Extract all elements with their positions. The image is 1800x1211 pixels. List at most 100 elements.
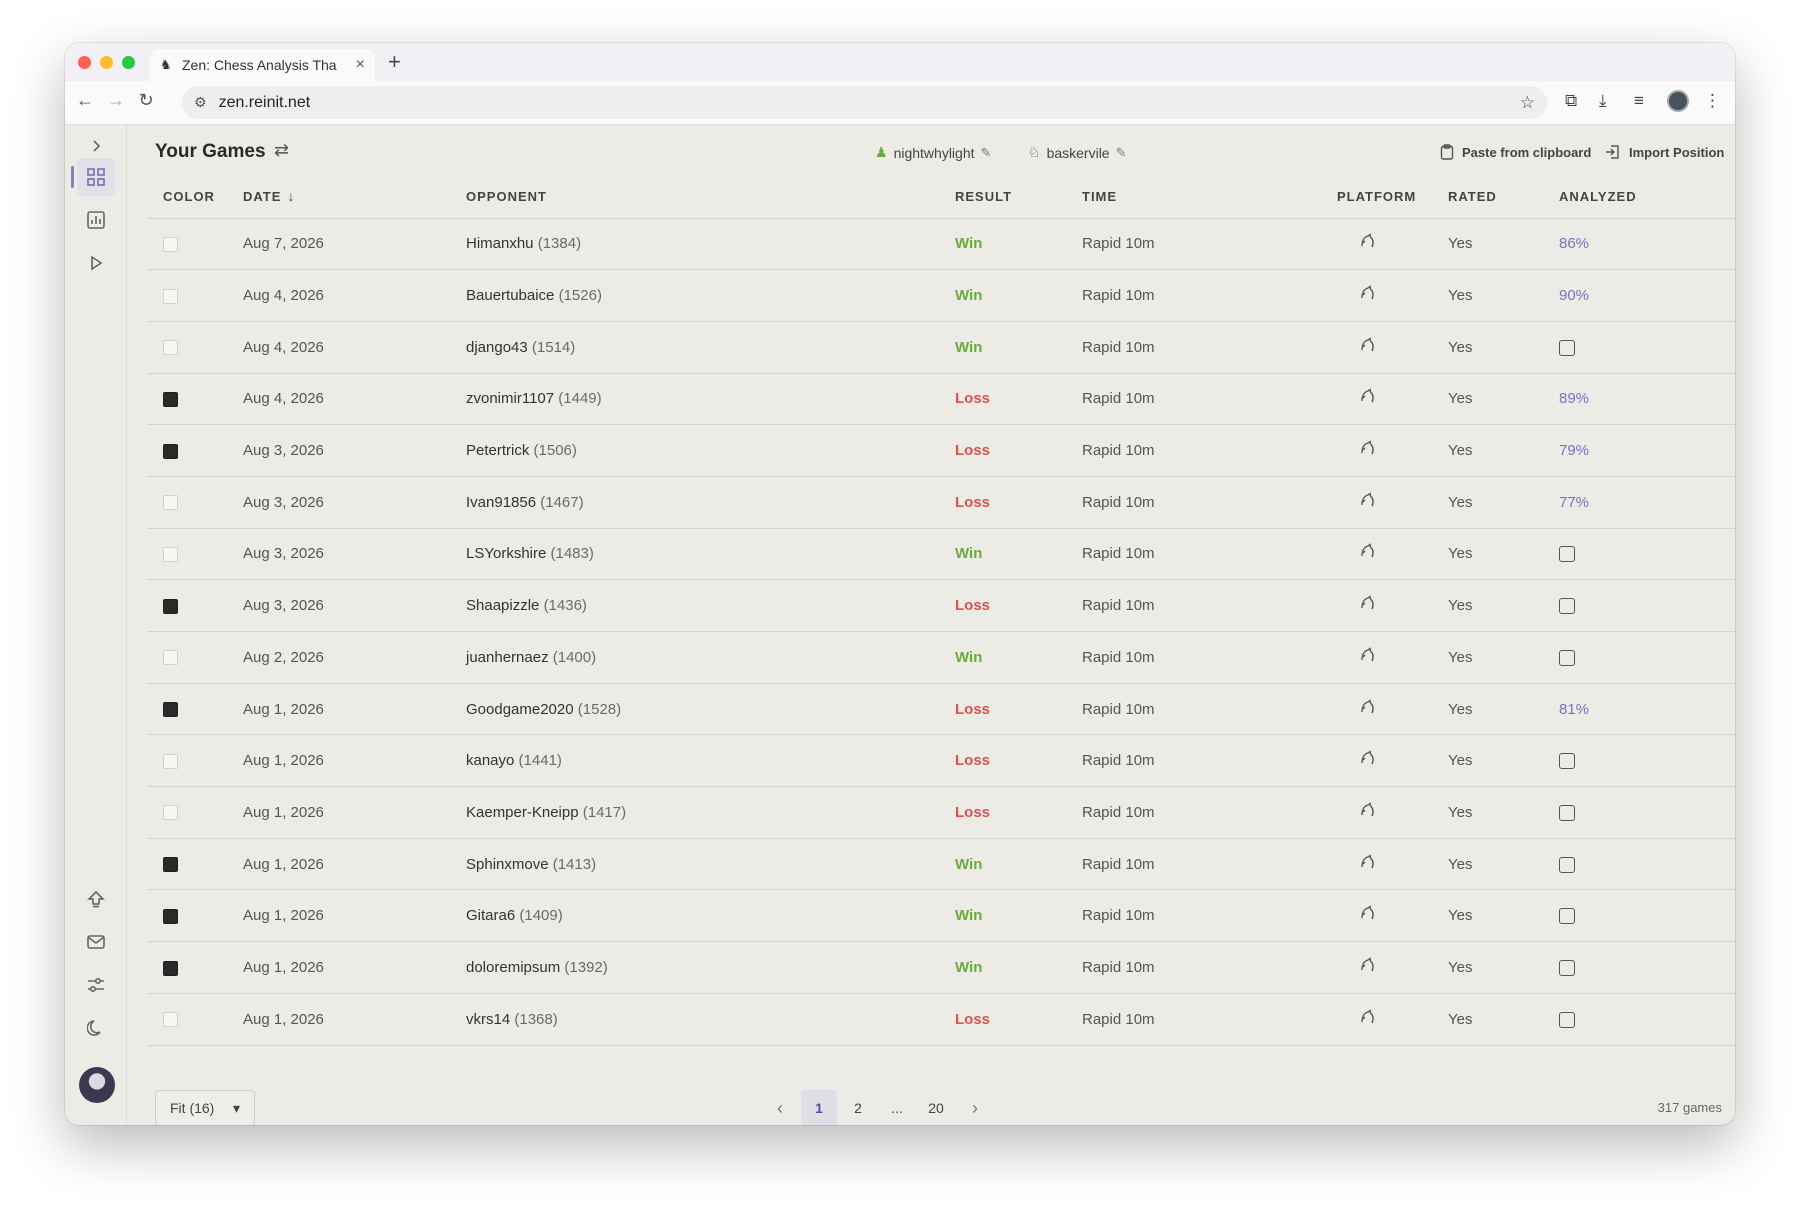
opponent-name[interactable]: kanayo <box>466 752 514 769</box>
analyze-checkbox[interactable] <box>1559 753 1575 770</box>
analyze-checkbox[interactable] <box>1559 856 1575 873</box>
mail-icon[interactable] <box>77 923 115 961</box>
opponent-name[interactable]: Kaemper-Kneipp <box>466 804 579 821</box>
dark-mode-moon-icon[interactable] <box>77 1009 115 1047</box>
opponent-cell[interactable]: LSYorkshire (1483) <box>450 528 939 581</box>
table-row[interactable]: Aug 3, 2026 Shaapizzle (1436) Loss Rapid 10… <box>147 579 1735 632</box>
opponent-cell[interactable]: Shaapizzle (1436) <box>450 579 939 632</box>
url-text[interactable]: zen.reinit.net <box>219 94 1508 112</box>
table-row[interactable]: Aug 4, 2026 zvonimir1107 (1449) Loss Rapid … <box>147 373 1735 426</box>
opponent-name[interactable]: Ivan91856 <box>466 494 536 511</box>
opponent-name[interactable]: Goodgame2020 <box>466 701 574 718</box>
download-icon[interactable]: ⤓ <box>1599 91 1607 111</box>
analyze-checkbox[interactable] <box>1559 1011 1575 1028</box>
opponent-name[interactable]: juanhernaez <box>466 649 549 666</box>
column-result[interactable]: RESULT <box>939 175 1066 219</box>
table-row[interactable]: Aug 1, 2026 kanayo (1441) Loss Rapid 10m Yes <box>147 734 1735 788</box>
back-icon[interactable]: ← <box>74 90 96 111</box>
reload-icon[interactable]: ↻ <box>135 90 157 111</box>
analyze-checkbox[interactable] <box>1559 804 1575 821</box>
opponent-name[interactable]: Bauertubaice <box>466 287 554 304</box>
next-page-icon[interactable]: › <box>957 1090 993 1125</box>
table-row[interactable]: Aug 7, 2026 Himanxhu (1384) Win Rapid 10m Ye… <box>147 218 1735 271</box>
analyze-checkbox[interactable] <box>1559 908 1575 925</box>
import-position-button[interactable]: Import Position <box>1605 144 1724 160</box>
analyzed-accuracy[interactable]: 77% <box>1559 494 1589 511</box>
menu-icon[interactable]: ⋮ <box>1704 91 1721 111</box>
table-row[interactable]: Aug 2, 2026 juanhernaez (1400) Win Rapid 10… <box>147 631 1735 684</box>
opponent-cell[interactable]: Kaemper-Kneipp (1417) <box>450 786 939 839</box>
analyzed-accuracy[interactable]: 79% <box>1559 442 1589 459</box>
maximize-window-button[interactable] <box>122 56 135 69</box>
opponent-name[interactable]: vkrs14 <box>466 1011 510 1028</box>
analyze-checkbox[interactable] <box>1559 546 1575 563</box>
opponent-name[interactable]: django43 <box>466 339 528 356</box>
close-window-button[interactable] <box>78 56 91 69</box>
edit-icon[interactable]: ✎ <box>1116 145 1127 161</box>
sync-games-icon[interactable]: ⇄ <box>274 140 289 161</box>
paste-from-clipboard-button[interactable]: Paste from clipboard <box>1440 144 1591 160</box>
browser-tab[interactable]: ♞ Zen: Chess Analysis Tha × <box>150 49 375 81</box>
opponent-name[interactable]: Petertrick <box>466 442 529 459</box>
analyze-checkbox[interactable] <box>1559 339 1575 356</box>
dashboard-grid-icon[interactable] <box>77 158 115 196</box>
close-tab-icon[interactable]: × <box>356 56 365 74</box>
opponent-cell[interactable]: Goodgame2020 (1528) <box>450 683 939 736</box>
analyzed-accuracy[interactable]: 89% <box>1559 390 1589 407</box>
table-row[interactable]: Aug 1, 2026 vkrs14 (1368) Loss Rapid 10m Yes <box>147 993 1735 1046</box>
column-color[interactable]: COLOR <box>147 175 227 219</box>
address-bar[interactable]: ⚙ zen.reinit.net ☆ <box>182 86 1547 119</box>
table-row[interactable]: Aug 1, 2026 Kaemper-Kneipp (1417) Loss Rapi… <box>147 786 1735 839</box>
table-row[interactable]: Aug 1, 2026 Sphinxmove (1413) Win Rapid 10m… <box>147 838 1735 891</box>
opponent-cell[interactable]: Ivan91856 (1467) <box>450 476 939 529</box>
column-platform[interactable]: PLATFORM <box>1321 175 1432 219</box>
new-tab-button[interactable]: + <box>388 49 401 75</box>
opponent-cell[interactable]: vkrs14 (1368) <box>450 993 939 1046</box>
analyze-checkbox[interactable] <box>1559 649 1575 666</box>
browser-profile-avatar[interactable] <box>1667 90 1689 112</box>
opponent-cell[interactable]: doloremipsum (1392) <box>450 941 939 994</box>
opponent-cell[interactable]: Gitara6 (1409) <box>450 889 939 943</box>
column-time[interactable]: TIME <box>1066 175 1321 219</box>
upgrade-arrow-icon[interactable] <box>77 880 115 918</box>
page-button-1[interactable]: 1 <box>801 1090 837 1125</box>
extensions-icon[interactable]: ⧉ <box>1565 91 1577 111</box>
opponent-cell[interactable]: juanhernaez (1400) <box>450 631 939 684</box>
opponent-cell[interactable]: django43 (1514) <box>450 321 939 374</box>
column-analyzed[interactable]: ANALYZED <box>1543 175 1735 219</box>
edit-icon[interactable]: ✎ <box>981 145 992 161</box>
opponent-name[interactable]: Gitara6 <box>466 907 515 924</box>
table-row[interactable]: Aug 1, 2026 Goodgame2020 (1528) Loss Rapid … <box>147 683 1735 736</box>
minimize-window-button[interactable] <box>100 56 113 69</box>
chesscom-account[interactable]: ♟ nightwhylight ✎ <box>875 144 991 161</box>
table-row[interactable]: Aug 3, 2026 Ivan91856 (1467) Loss Rapid 10m… <box>147 476 1735 529</box>
forward-icon[interactable]: → <box>105 90 127 111</box>
opponent-name[interactable]: zvonimir1107 <box>466 390 554 407</box>
bookmark-star-icon[interactable]: ☆ <box>1520 93 1535 113</box>
column-rated[interactable]: RATED <box>1432 175 1543 219</box>
page-button-20[interactable]: 20 <box>918 1090 954 1125</box>
opponent-cell[interactable]: Himanxhu (1384) <box>450 218 939 271</box>
opponent-cell[interactable]: Petertrick (1506) <box>450 424 939 477</box>
analyzed-accuracy[interactable]: 81% <box>1559 701 1589 718</box>
rows-per-page-select[interactable]: Fit (16) ▾ <box>155 1090 255 1125</box>
opponent-cell[interactable]: Sphinxmove (1413) <box>450 838 939 891</box>
play-icon[interactable] <box>77 244 115 282</box>
opponent-name[interactable]: Sphinxmove <box>466 856 549 873</box>
analyzed-accuracy[interactable]: 86% <box>1559 235 1589 252</box>
opponent-name[interactable]: Himanxhu <box>466 235 534 252</box>
opponent-cell[interactable]: Bauertubaice (1526) <box>450 269 939 322</box>
page-button-2[interactable]: 2 <box>840 1090 876 1125</box>
lichess-account[interactable]: ♘ baskervile ✎ <box>1028 144 1127 161</box>
opponent-name[interactable]: doloremipsum <box>466 959 560 976</box>
opponent-cell[interactable]: kanayo (1441) <box>450 734 939 788</box>
opponent-name[interactable]: LSYorkshire <box>466 545 546 562</box>
user-avatar[interactable] <box>79 1067 115 1103</box>
analyze-checkbox[interactable] <box>1559 959 1575 976</box>
table-row[interactable]: Aug 4, 2026 django43 (1514) Win Rapid 10m Ye… <box>147 321 1735 374</box>
table-row[interactable]: Aug 3, 2026 LSYorkshire (1483) Win Rapid 10… <box>147 528 1735 581</box>
settings-sliders-icon[interactable] <box>77 966 115 1004</box>
table-row[interactable]: Aug 1, 2026 doloremipsum (1392) Win Rapid 1… <box>147 941 1735 994</box>
opponent-name[interactable]: Shaapizzle <box>466 597 539 614</box>
table-row[interactable]: Aug 4, 2026 Bauertubaice (1526) Win Rapid 1… <box>147 269 1735 322</box>
